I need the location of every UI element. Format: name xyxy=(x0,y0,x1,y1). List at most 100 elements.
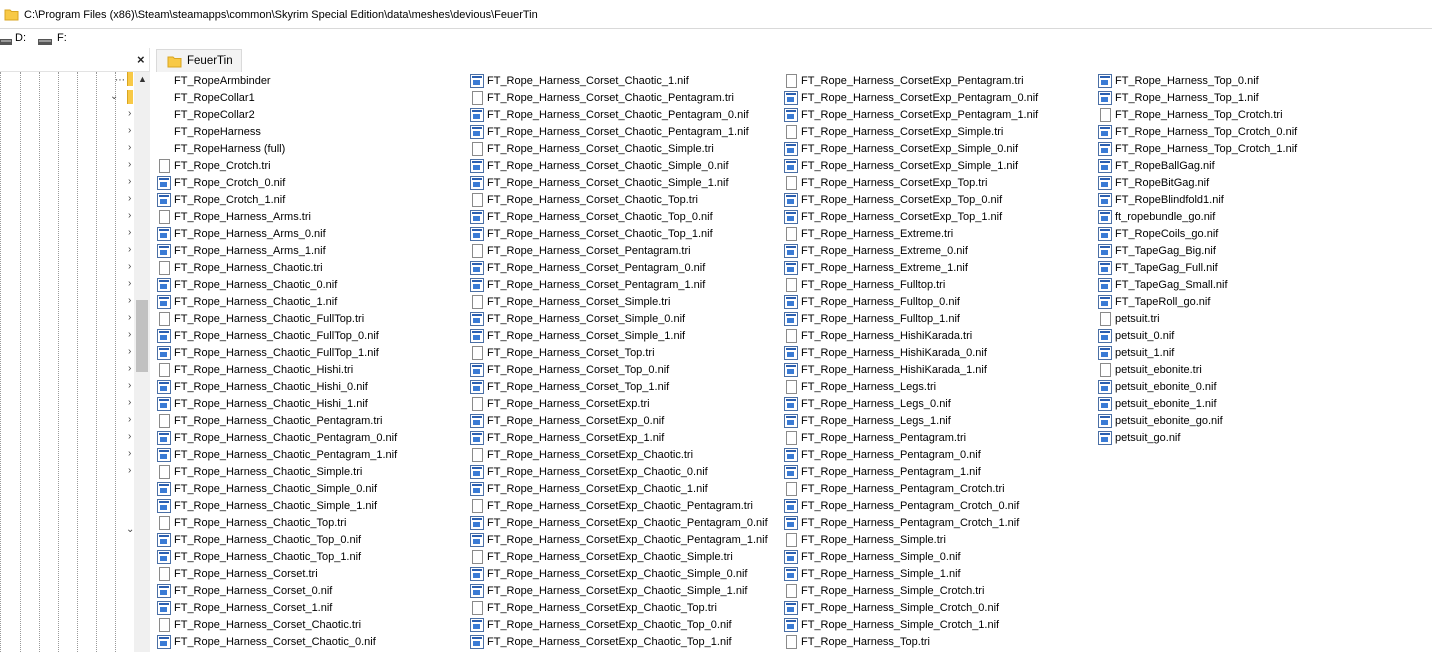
mesh-file-icon xyxy=(784,346,798,360)
mesh-file-icon xyxy=(157,550,171,564)
tree-guide-line xyxy=(96,72,97,652)
mesh-file-icon xyxy=(784,244,798,258)
file-name: FT_Rope_Harness_Top_Crotch_0.nif xyxy=(1115,126,1298,138)
blank-icon xyxy=(157,91,171,105)
mesh-file-icon xyxy=(157,380,171,394)
tree-scrollbar[interactable]: ▲ xyxy=(134,72,150,652)
file-name: FT_Rope_Harness_Pentagram_1.nif xyxy=(801,466,981,478)
chevron-right-icon[interactable]: › xyxy=(128,448,131,459)
mesh-file-icon xyxy=(784,397,798,411)
close-icon[interactable]: × xyxy=(137,52,145,67)
mesh-file-icon xyxy=(470,363,484,377)
drive-d-button[interactable]: D: xyxy=(0,32,34,46)
file-name: FT_Rope_Harness_Corset_Pentagram_0.nif xyxy=(487,262,706,274)
mesh-file-icon xyxy=(470,431,484,445)
file-name: FT_RopeHarness xyxy=(174,126,261,138)
tab-label: FeuerTin xyxy=(187,55,233,67)
mesh-file-icon xyxy=(157,431,171,445)
file-name: FT_Rope_Harness_Top_Crotch.tri xyxy=(1115,109,1283,121)
mesh-file-icon xyxy=(784,363,798,377)
document-icon xyxy=(159,618,170,632)
file-name: FT_Rope_Harness_Legs_0.nif xyxy=(801,398,951,410)
mesh-file-icon xyxy=(157,448,171,462)
chevron-right-icon[interactable]: › xyxy=(128,329,131,340)
chevron-right-icon[interactable]: › xyxy=(128,108,131,119)
mesh-file-icon xyxy=(1098,278,1112,292)
blank-icon xyxy=(157,125,171,139)
chevron-right-icon[interactable]: › xyxy=(128,431,131,442)
chevron-right-icon[interactable]: › xyxy=(128,414,131,425)
mesh-file-icon xyxy=(784,210,798,224)
mesh-file-icon xyxy=(470,329,484,343)
scrollbar-thumb[interactable] xyxy=(136,300,148,372)
scroll-up-icon[interactable]: ▲ xyxy=(138,74,147,84)
chevron-right-icon[interactable]: › xyxy=(128,346,131,357)
path-bar[interactable]: C:\Program Files (x86)\Steam\steamapps\c… xyxy=(0,0,1432,29)
file-name: FT_Rope_Harness_CorsetExp_Chaotic_1.nif xyxy=(487,483,708,495)
chevron-right-icon[interactable]: › xyxy=(128,125,131,136)
chevron-right-icon[interactable]: › xyxy=(128,142,131,153)
file-name: FT_Rope_Harness_CorsetExp_Pentagram_1.ni… xyxy=(801,109,1039,121)
document-icon xyxy=(472,601,483,615)
file-name: FT_Rope_Harness_Chaotic_Simple_1.nif xyxy=(174,500,377,512)
file-name: FT_Rope_Harness_CorsetExp_Chaotic_Pentag… xyxy=(487,500,753,512)
document-icon xyxy=(786,278,797,292)
mesh-file-icon xyxy=(470,278,484,292)
document-icon xyxy=(472,550,483,564)
chevron-right-icon[interactable]: › xyxy=(128,363,131,374)
chevron-right-icon[interactable]: › xyxy=(128,397,131,408)
tree-folder-icon xyxy=(127,90,133,104)
chevron-right-icon[interactable]: › xyxy=(128,227,131,238)
file-name: FT_Rope_Harness_Corset_Simple_0.nif xyxy=(487,313,686,325)
chevron-right-icon[interactable]: › xyxy=(128,278,131,289)
chevron-right-icon[interactable]: › xyxy=(128,261,131,272)
chevron-right-icon[interactable]: › xyxy=(128,312,131,323)
file-name: FT_Rope_Harness_Top_0.nif xyxy=(1115,75,1259,87)
chevron-right-icon[interactable]: › xyxy=(128,244,131,255)
chevron-right-icon[interactable]: › xyxy=(128,380,131,391)
mesh-file-icon xyxy=(1098,91,1112,105)
mesh-file-icon xyxy=(157,193,171,207)
document-icon xyxy=(786,74,797,88)
file-name: FT_Rope_Harness_CorsetExp_Simple_1.nif xyxy=(801,160,1019,172)
mesh-file-icon xyxy=(470,414,484,428)
chevron-right-icon[interactable]: › xyxy=(128,176,131,187)
mesh-file-icon xyxy=(157,295,171,309)
file-name: FT_Rope_Harness_CorsetExp_0.nif xyxy=(487,415,665,427)
file-name: FT_RopeCollar2 xyxy=(174,109,255,121)
mesh-file-icon xyxy=(784,295,798,309)
chevron-down-icon[interactable]: ⌄ xyxy=(110,91,118,102)
mesh-file-icon xyxy=(157,635,171,649)
document-icon xyxy=(472,346,483,360)
document-icon xyxy=(786,533,797,547)
file-list[interactable]: FT_RopeArmbinder FT_RopeCollar1 FT_RopeCol… xyxy=(150,72,1432,652)
mesh-file-icon xyxy=(470,618,484,632)
file-name: FT_Rope_Harness_Corset_1.nif xyxy=(174,602,333,614)
tree-node-marker[interactable]: ⋯ xyxy=(115,75,125,86)
mesh-file-icon xyxy=(784,516,798,530)
file-name: FT_Rope_Harness_Corset_Chaotic_Top_0.nif xyxy=(487,211,713,223)
tab-feuertin[interactable]: FeuerTin xyxy=(156,49,242,72)
chevron-right-icon[interactable]: › xyxy=(128,159,131,170)
chevron-right-icon[interactable]: › xyxy=(128,193,131,204)
mesh-file-icon xyxy=(470,227,484,241)
blank-icon xyxy=(157,74,171,88)
file-name: FT_Rope_Crotch_0.nif xyxy=(174,177,286,189)
chevron-right-icon[interactable]: › xyxy=(128,210,131,221)
chevron-right-icon[interactable]: › xyxy=(128,295,131,306)
drive-f-button[interactable]: F: xyxy=(38,32,72,46)
mesh-file-icon xyxy=(470,312,484,326)
file-name: FT_Rope_Harness_Corset_Chaotic_Pentagram… xyxy=(487,92,735,104)
mesh-file-icon xyxy=(1098,74,1112,88)
folder-tree-pane[interactable]: × ⋯ ⌄ › › › › › › › › › › › › › › › › › … xyxy=(0,48,150,652)
file-name: FT_Rope_Harness_Corset_Top.tri xyxy=(487,347,655,359)
mesh-file-icon xyxy=(1098,159,1112,173)
file-name: FT_RopeBitGag.nif xyxy=(1115,177,1210,189)
file-name: FT_Rope_Harness_Chaotic_Hishi_0.nif xyxy=(174,381,368,393)
document-icon xyxy=(786,329,797,343)
file-name: FT_TapeGag_Big.nif xyxy=(1115,245,1216,257)
file-name: FT_Rope_Harness_CorsetExp_Pentagram.tri xyxy=(801,75,1024,87)
path-text[interactable]: C:\Program Files (x86)\Steam\steamapps\c… xyxy=(24,9,538,21)
chevron-right-icon[interactable]: › xyxy=(128,465,131,476)
file-name: FT_Rope_Harness_CorsetExp_Chaotic.tri xyxy=(487,449,694,461)
